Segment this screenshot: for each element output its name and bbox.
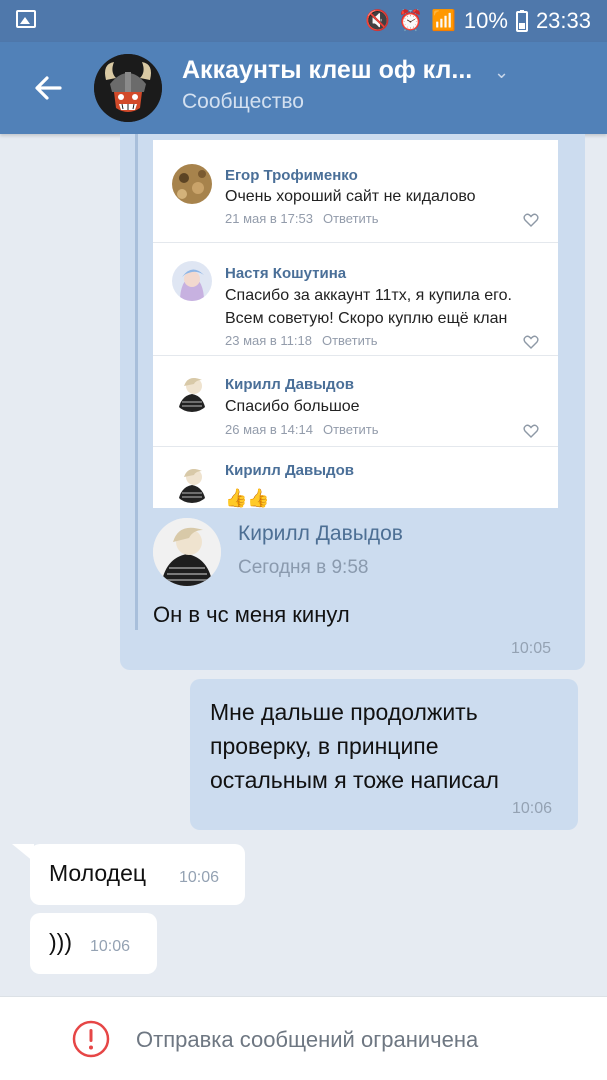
- commenter-name: Настя Кошутина: [225, 265, 347, 282]
- comment-meta: 26 мая в 14:14 Ответить: [225, 422, 379, 437]
- commenter-avatar: [172, 463, 212, 503]
- commenter-avatar: [172, 261, 212, 301]
- warning-icon: [72, 1020, 110, 1058]
- comment-text: Спасибо большое: [225, 398, 360, 415]
- comment-meta: 23 мая в 11:18 Ответить: [225, 333, 378, 348]
- community-avatar[interactable]: [94, 54, 162, 122]
- comment-item: Егор Трофименко Очень хороший сайт не ки…: [153, 140, 558, 243]
- reply-link: Ответить: [322, 422, 379, 437]
- gallery-notification-icon: [16, 10, 36, 28]
- back-arrow-icon[interactable]: [30, 70, 66, 106]
- message-text: Мне дальше продолжить проверку, в принци…: [210, 695, 570, 797]
- comment-date: 26 мая в 14:14: [225, 422, 313, 437]
- comment-text: Очень хороший сайт не кидалово: [225, 188, 476, 205]
- forward-quote-line: [135, 134, 138, 630]
- forwarded-author-name[interactable]: Кирилл Давыдов: [238, 522, 403, 546]
- message-list[interactable]: Егор Трофименко Очень хороший сайт не ки…: [0, 134, 607, 996]
- outgoing-message-bubble[interactable]: Мне дальше продолжить проверку, в принци…: [190, 679, 578, 830]
- reply-link: Ответить: [321, 333, 378, 348]
- heart-icon: [523, 213, 539, 227]
- incoming-message-bubble[interactable]: Молодец 10:06: [30, 844, 245, 905]
- comment-meta: 21 мая в 17:53 Ответить: [225, 211, 379, 226]
- status-bar: 🔇 ⏰ 📶 10% 23:33: [0, 0, 607, 42]
- message-time: 10:06: [179, 869, 220, 886]
- battery-icon: [515, 10, 528, 32]
- commenter-name: Кирилл Давыдов: [225, 376, 354, 393]
- message-time: 10:05: [511, 640, 552, 657]
- comment-text: 👍👍: [225, 488, 270, 508]
- clock: 23:33: [535, 8, 591, 33]
- chat-title[interactable]: Аккаунты клеш оф кл...: [182, 56, 472, 85]
- barbarian-face-icon: [94, 54, 162, 122]
- commenter-avatar: [172, 164, 212, 204]
- attached-screenshot[interactable]: Егор Трофименко Очень хороший сайт не ки…: [153, 140, 558, 508]
- comment-date: 21 мая в 17:53: [225, 211, 313, 226]
- forwarded-author-avatar[interactable]: [153, 518, 221, 586]
- message-time: 10:06: [90, 938, 131, 955]
- message-time: 10:06: [512, 800, 553, 817]
- wifi-icon: 📶: [430, 10, 456, 32]
- battery-percent: 10%: [463, 8, 508, 33]
- reply-link: Ответить: [322, 211, 379, 226]
- comment-text-line-2: Всем советую! Скоро куплю ещё клан: [225, 310, 508, 327]
- heart-icon: [523, 424, 539, 438]
- commenter-avatar: [172, 372, 212, 412]
- message-line: Мне дальше продолжить: [210, 699, 478, 725]
- message-text: Молодец: [49, 860, 147, 886]
- comment-item: Кирилл Давыдов 👍👍: [153, 447, 558, 508]
- message-line: проверку, в принципе: [210, 733, 439, 759]
- forwarded-date: Сегодня в 9:58: [238, 557, 369, 578]
- comment-date: 23 мая в 11:18: [225, 333, 312, 348]
- forwarded-text: Он в чс меня кинул: [153, 602, 350, 627]
- comment-item: Настя Кошутина Спасибо за аккаунт 11тх, …: [153, 243, 558, 356]
- comment-text-line-1: Спасибо за аккаунт 11тх, я купила его.: [225, 287, 512, 304]
- chat-header: Аккаунты клеш оф кл... ⌄ Сообщество: [0, 42, 607, 134]
- incoming-message-bubble[interactable]: ))) 10:06: [30, 913, 157, 974]
- heart-icon: [523, 335, 539, 349]
- messaging-restricted-text: Отправка сообщений ограничена: [136, 1027, 479, 1052]
- composer-disabled-bar: Отправка сообщений ограничена: [0, 996, 607, 1080]
- commenter-name: Кирилл Давыдов: [225, 462, 354, 479]
- message-line: остальным я тоже написал: [210, 767, 499, 793]
- mute-icon: 🔇: [365, 10, 391, 32]
- alarm-icon: ⏰: [398, 10, 423, 32]
- message-text: ))): [49, 929, 72, 955]
- commenter-name: Егор Трофименко: [225, 167, 358, 184]
- comment-item: Кирилл Давыдов Спасибо большое 26 мая в …: [153, 356, 558, 447]
- chevron-down-icon[interactable]: ⌄: [494, 62, 509, 83]
- status-icons: 🔇 ⏰ 📶 10% 23:33: [365, 7, 591, 35]
- chat-subtitle: Сообщество: [182, 90, 304, 113]
